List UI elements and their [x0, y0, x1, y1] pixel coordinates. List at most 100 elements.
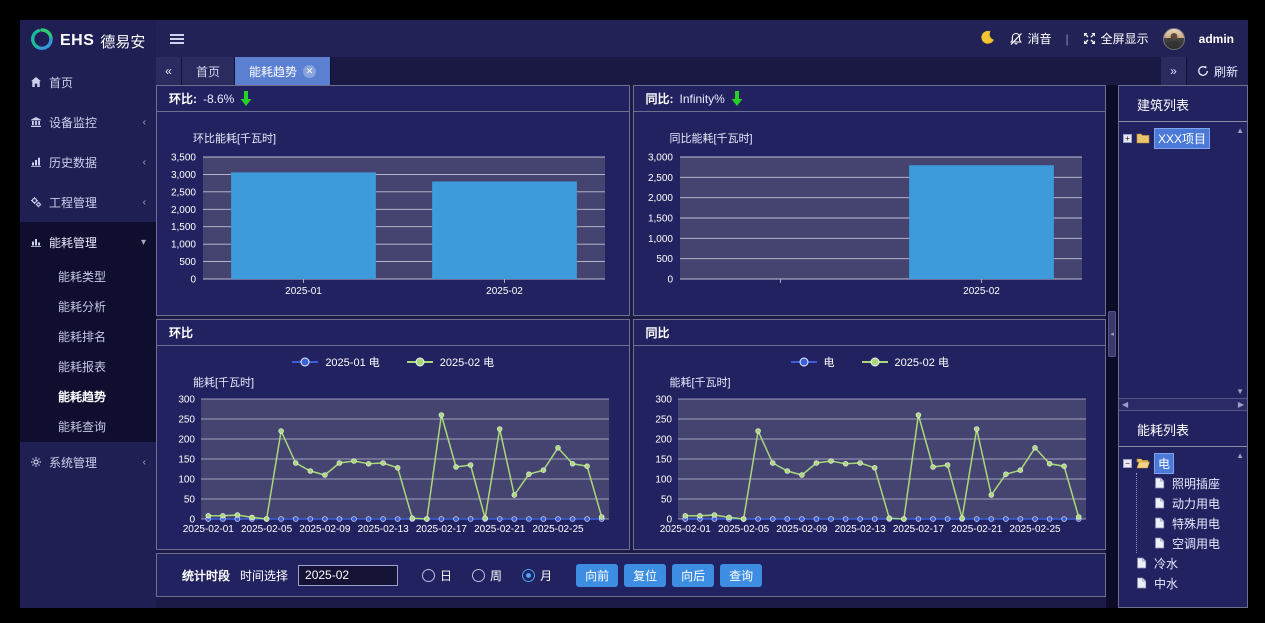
panel-value: Infinity% [680, 92, 725, 106]
查询-button[interactable]: 查询 [720, 564, 762, 587]
application-window: EHS 德易安 首页设备监控‹历史数据‹工程管理‹能耗管理▾能耗类型能耗分析能耗… [0, 0, 1265, 623]
tab-close-icon[interactable]: ✕ [303, 65, 316, 78]
sidebar-group-5: 系统管理‹ [20, 442, 156, 482]
panel-time-controls: 统计时段 时间选择 日周月 向前复位向后查询 [156, 553, 1106, 597]
horizontal-scrollbar[interactable]: ◀ ▶ [1119, 398, 1247, 411]
复位-button[interactable]: 复位 [624, 564, 666, 587]
tab-label: 能耗趋势 [249, 63, 297, 80]
svg-text:50: 50 [184, 495, 196, 506]
sidebar-subitem-能耗分析[interactable]: 能耗分析 [20, 292, 156, 322]
radio-circle-icon [522, 569, 535, 582]
legend-item-2025-01 电[interactable]: 2025-01 电 [291, 354, 379, 370]
user-avatar[interactable] [1163, 28, 1185, 50]
sidebar-group-4: 能耗管理▾能耗类型能耗分析能耗排名能耗报表能耗趋势能耗查询 [20, 222, 156, 442]
svg-text:1,500: 1,500 [647, 214, 672, 225]
panel-header: 环比 [157, 320, 629, 346]
sidebar-item-系统管理[interactable]: 系统管理‹ [20, 442, 156, 482]
scroll-right-icon[interactable]: ▶ [1238, 400, 1244, 409]
tab-首页[interactable]: 首页 [182, 57, 235, 85]
legend-item-2025-02 电[interactable]: 2025-02 电 [406, 354, 494, 370]
panel-header: 环比: -8.6% [157, 86, 629, 112]
page-body: 环比: -8.6% 环比能耗[千瓦时] 05001,0001,5002,0002… [156, 85, 1248, 608]
splitter-handle-icon[interactable]: ◂ [1108, 311, 1116, 357]
legend-label: 2025-02 电 [440, 354, 494, 370]
content-column: 消音 | 全屏显示 ad [156, 20, 1248, 608]
sidebar-subitem-能耗排名[interactable]: 能耗排名 [20, 322, 156, 352]
tree-item-中水[interactable]: 中水 [1123, 573, 1245, 593]
legend-item-2025-02 电[interactable]: 2025-02 电 [861, 354, 949, 370]
svg-text:2025-02-25: 2025-02-25 [1009, 524, 1061, 535]
tree-item-label: 动力用电 [1169, 494, 1223, 513]
sidebar-nav: 首页设备监控‹历史数据‹工程管理‹能耗管理▾能耗类型能耗分析能耗排名能耗报表能耗… [20, 62, 156, 482]
bar-2025-02[interactable] [909, 165, 1054, 279]
sidebar-group-2: 历史数据‹ [20, 142, 156, 182]
tree-item-label: 照明插座 [1169, 474, 1223, 493]
tab-能耗趋势[interactable]: 能耗趋势 ✕ [235, 57, 331, 85]
app-logo[interactable]: EHS 德易安 [20, 20, 156, 62]
chevron-icon: ‹ [143, 197, 146, 208]
tree-item-电[interactable]: −电 [1123, 453, 1245, 473]
right-panel: 建筑列表 ▲ ▼ +XXX项目 ◀ ▶ 能耗列表 ▲ −电照明插座动力用电特殊用… [1118, 85, 1248, 608]
sidebar-subitem-能耗查询[interactable]: 能耗查询 [20, 412, 156, 442]
tree-item-照明插座[interactable]: 照明插座 [1141, 473, 1245, 493]
bar-2025-01[interactable] [231, 172, 376, 279]
time-input[interactable] [298, 565, 398, 586]
mute-button[interactable]: 消音 [1009, 30, 1052, 47]
radio-日[interactable]: 日 [422, 567, 452, 584]
sidebar-item-首页[interactable]: 首页 [20, 62, 156, 102]
chart-legend: 电 2025-02 电 [634, 346, 1106, 374]
sidebar-item-设备监控[interactable]: 设备监控‹ [20, 102, 156, 142]
menu-toggle-icon[interactable] [170, 34, 184, 44]
sidebar-item-能耗管理[interactable]: 能耗管理▾ [20, 222, 156, 262]
tree-item-动力用电[interactable]: 动力用电 [1141, 493, 1245, 513]
panel-header: 同比: Infinity% [634, 86, 1106, 112]
tree-item-空调用电[interactable]: 空调用电 [1141, 533, 1245, 553]
sidebar-item-历史数据[interactable]: 历史数据‹ [20, 142, 156, 182]
history-data-icon [30, 156, 42, 168]
scroll-down-icon[interactable]: ▼ [1236, 387, 1244, 396]
radio-月[interactable]: 月 [522, 567, 552, 584]
tree-item-XXX项目[interactable]: +XXX项目 [1123, 128, 1245, 148]
huanbi-bar-chart: 05001,0001,5002,0002,5003,0003,5002025-0… [157, 149, 625, 301]
sidebar-subitem-能耗报表[interactable]: 能耗报表 [20, 352, 156, 382]
sidebar-group-3: 工程管理‹ [20, 182, 156, 222]
legend-item-电[interactable]: 电 [790, 354, 835, 370]
fullscreen-button[interactable]: 全屏显示 [1083, 30, 1149, 47]
radio-周[interactable]: 周 [472, 567, 502, 584]
panel-title: 同比: [646, 90, 674, 107]
tabs-scroll-left-icon[interactable]: « [156, 57, 182, 85]
svg-text:3,500: 3,500 [171, 153, 196, 164]
radio-label: 周 [490, 567, 502, 584]
radio-label: 月 [540, 567, 552, 584]
device-monitor-icon [30, 116, 42, 128]
svg-text:2025-02-13: 2025-02-13 [358, 524, 410, 535]
collapse-box-icon[interactable]: − [1123, 459, 1132, 468]
chevron-icon: ‹ [143, 117, 146, 128]
svg-text:150: 150 [178, 455, 195, 466]
svg-text:1,500: 1,500 [171, 222, 196, 233]
svg-text:2025-02-05: 2025-02-05 [241, 524, 293, 535]
向后-button[interactable]: 向后 [672, 564, 714, 587]
scroll-up-icon[interactable]: ▲ [1236, 451, 1244, 460]
panel-huanbi-bar: 环比: -8.6% 环比能耗[千瓦时] 05001,0001,5002,0002… [156, 85, 630, 316]
file-icon [1154, 497, 1165, 509]
svg-text:3,000: 3,000 [647, 153, 672, 164]
panel-splitter[interactable]: ◂ [1106, 85, 1118, 608]
sidebar-item-工程管理[interactable]: 工程管理‹ [20, 182, 156, 222]
svg-text:250: 250 [655, 415, 672, 426]
scroll-up-icon[interactable]: ▲ [1236, 126, 1244, 135]
tree-item-冷水[interactable]: 冷水 [1123, 553, 1245, 573]
scroll-left-icon[interactable]: ◀ [1122, 400, 1128, 409]
向前-button[interactable]: 向前 [576, 564, 618, 587]
sidebar-subitem-能耗趋势[interactable]: 能耗趋势 [20, 382, 156, 412]
refresh-button[interactable]: 刷新 [1187, 57, 1248, 85]
bar-2025-02[interactable] [432, 182, 577, 279]
tabs-scroll-right-icon[interactable]: » [1161, 57, 1187, 85]
main-content: 环比: -8.6% 环比能耗[千瓦时] 05001,0001,5002,0002… [156, 85, 1106, 608]
expand-box-icon[interactable]: + [1123, 134, 1132, 143]
svg-text:2025-02-01: 2025-02-01 [659, 524, 711, 535]
tree-item-特殊用电[interactable]: 特殊用电 [1141, 513, 1245, 533]
sidebar-subitem-能耗类型[interactable]: 能耗类型 [20, 262, 156, 292]
mute-label: 消音 [1028, 30, 1052, 47]
moon-icon[interactable] [980, 30, 995, 48]
